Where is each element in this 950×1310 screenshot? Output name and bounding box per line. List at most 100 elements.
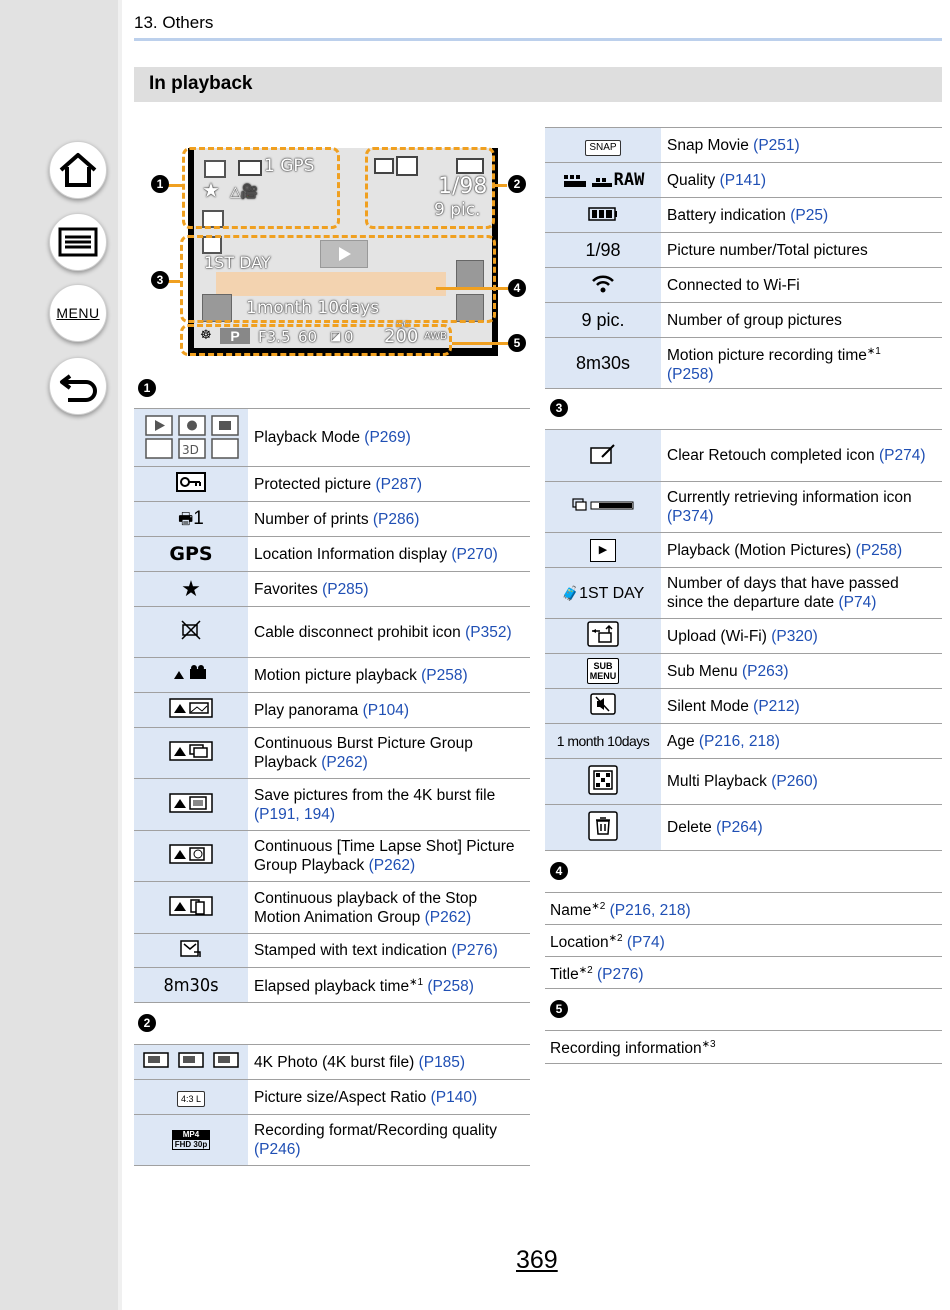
row-label: Location (550, 934, 609, 952)
row-label: Name (550, 902, 592, 920)
upload-icon (545, 618, 661, 654)
page-ref-link[interactable]: (P185) (419, 1054, 466, 1071)
row-desc: Delete (667, 819, 717, 836)
contents-button[interactable] (49, 213, 107, 271)
page-ref-link[interactable]: (P74) (838, 594, 876, 611)
page-ref-link[interactable]: (P216, 218) (605, 902, 691, 919)
callout-region-1 (182, 147, 340, 229)
page-ref-link[interactable]: (P320) (771, 628, 818, 645)
row-desc: Picture number/Total pictures (667, 241, 868, 259)
battery-icon (545, 197, 661, 233)
section-title: In playback (149, 73, 253, 94)
print-count: 1 (193, 508, 204, 529)
page-ref-link[interactable]: (P258) (856, 542, 903, 559)
gps-label: GPS (169, 542, 213, 565)
page-ref-link[interactable]: (P270) (451, 546, 498, 563)
page-ref-link[interactable]: (P141) (720, 172, 767, 189)
table-row: Title∗2 (P276) (545, 956, 942, 989)
row-desc: Motion picture playback (254, 666, 422, 684)
page-ref-link[interactable]: (P262) (425, 909, 472, 926)
row-desc: Multi Playback (667, 773, 772, 790)
row-desc: Cable disconnect prohibit icon (254, 623, 466, 641)
page-ref-link[interactable]: (P191, 194) (254, 806, 335, 823)
table-row: Recording information∗3 (545, 1030, 942, 1064)
page-ref-link[interactable]: (P260) (771, 773, 818, 790)
section5-marker: 5 (550, 1000, 568, 1018)
page-ref-link[interactable]: (P262) (321, 754, 368, 771)
menu-button[interactable]: MENU (49, 284, 107, 342)
page-ref-link[interactable]: (P264) (716, 819, 763, 836)
row-desc: Number of group pictures (667, 311, 842, 329)
table-row: Save pictures from the 4K burst file (P1… (134, 778, 530, 831)
page-ref-link[interactable]: (P104) (363, 702, 410, 719)
travel-day-icon: 🧳1ST DAY (545, 567, 661, 619)
menu-label: MENU (56, 305, 100, 321)
section1-marker: 1 (138, 379, 156, 397)
page-ref-link[interactable]: (P274) (879, 447, 926, 464)
marker-3: 3 (151, 271, 169, 289)
raw-label: RAW (613, 170, 645, 190)
table-row: 4K Photo (4K burst file) (P185) (134, 1044, 530, 1080)
page-ref-link[interactable]: (P25) (790, 207, 828, 224)
footnote-mark: ∗2 (608, 932, 623, 944)
motion-playback-icon (134, 657, 248, 693)
callout-region-5 (180, 324, 452, 356)
sub-menu-bottom: MENU (589, 671, 617, 681)
sub-menu-icon: SUB MENU (545, 653, 661, 689)
home-icon (59, 153, 97, 187)
4k-burst-save-icon (134, 778, 248, 831)
sub-menu-top: SUB (593, 661, 613, 671)
sidebar (0, 0, 118, 1310)
table-row: Name∗2 (P216, 218) (545, 892, 942, 925)
play-glyph: ▶ (589, 539, 617, 562)
footnote-mark: ∗3 (701, 1039, 716, 1051)
gps-icon: GPS (134, 536, 248, 572)
wifi-icon (545, 267, 661, 303)
page-ref-link[interactable]: (P258) (421, 667, 468, 684)
header-rule (134, 38, 942, 41)
page-ref-link[interactable]: (P285) (322, 581, 369, 598)
section3-marker: 3 (550, 399, 568, 417)
section2b-table: SNAP Snap Movie (P251) RAW Quality (P141… (545, 127, 942, 389)
clear-retouch-icon (545, 429, 661, 482)
marker-5: 5 (508, 334, 526, 352)
row-desc: Quality (667, 171, 720, 189)
back-button[interactable] (49, 357, 107, 415)
home-button[interactable] (49, 141, 107, 199)
page-ref-link[interactable]: (P276) (593, 966, 644, 983)
row-desc: Stamped with text indication (254, 942, 452, 959)
table-row: Connected to Wi-Fi (545, 267, 942, 303)
page-ref-link[interactable]: (P140) (431, 1089, 478, 1106)
page-ref-link[interactable]: (P286) (373, 511, 420, 528)
page-ref-link[interactable]: (P216, 218) (699, 733, 780, 750)
table-row: SUB MENU Sub Menu (P263) (545, 653, 942, 689)
page-ref-link[interactable]: (P287) (375, 476, 422, 493)
marker-2: 2 (508, 175, 526, 193)
table-row: ▶ Playback (Motion Pictures) (P258) (545, 532, 942, 568)
page-ref-link[interactable]: (P263) (742, 663, 789, 680)
section4-table: Name∗2 (P216, 218) Location∗2 (P74) Titl… (545, 892, 942, 989)
picture-size-label: 4:3 L (176, 1091, 206, 1107)
table-row: Continuous [Time Lapse Shot] Picture Gro… (134, 830, 530, 882)
row-desc: Picture size/Aspect Ratio (254, 1088, 431, 1106)
table-row: Cable disconnect prohibit icon (P352) (134, 606, 530, 658)
page-ref-link[interactable]: (P246) (254, 1141, 301, 1158)
marker-1: 1 (151, 175, 169, 193)
page-ref-link[interactable]: (P262) (369, 857, 416, 874)
page-ref-link[interactable]: (P251) (753, 137, 800, 154)
page-ref-link[interactable]: (P269) (364, 429, 411, 446)
callout-line-5 (452, 342, 508, 345)
page-ref-link[interactable]: (P276) (451, 942, 498, 959)
snap-icon: SNAP (545, 127, 661, 163)
page-ref-link[interactable]: (P258) (667, 366, 714, 383)
page-ref-link[interactable]: (P74) (623, 934, 665, 951)
page-ref-link[interactable]: (P258) (423, 979, 474, 996)
table-row: Multi Playback (P260) (545, 758, 942, 805)
rec-format-bottom: FHD 30p (171, 1139, 211, 1151)
elapsed-time-value: 8m30s (163, 974, 219, 996)
page-ref-link[interactable]: (P352) (465, 624, 512, 641)
row-desc: Protected picture (254, 475, 376, 493)
cable-prohibit-icon (134, 606, 248, 658)
page-ref-link[interactable]: (P374) (667, 508, 714, 525)
page-ref-link[interactable]: (P212) (753, 698, 800, 715)
